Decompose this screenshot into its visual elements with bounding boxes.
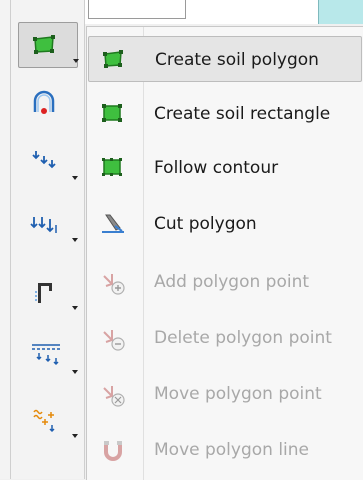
dropdown-caret-icon — [72, 370, 78, 374]
dropdown-caret-icon — [73, 59, 79, 63]
scatter-points-tool[interactable] — [18, 138, 78, 184]
load-arrows-icon — [30, 217, 57, 233]
menu-item-label: Cut polygon — [154, 214, 257, 234]
dropdown-caret-icon — [72, 434, 78, 438]
vertical-toolbar — [0, 0, 85, 479]
menu-item-delete-polygon-point[interactable]: Delete polygon point — [88, 315, 362, 361]
arch-tool[interactable] — [18, 79, 78, 125]
green-polygon-icon — [103, 50, 123, 68]
menu-item-label: Create soil rectangle — [154, 104, 331, 124]
menu-item-add-polygon-point[interactable]: Add polygon point — [88, 259, 362, 305]
background-field — [88, 0, 186, 19]
menu-item-label: Move polygon line — [154, 440, 310, 460]
green-rectangle-icon — [102, 104, 122, 122]
scatter-points-icon — [32, 151, 56, 169]
menu-item-label: Follow contour — [154, 158, 279, 178]
menu-item-create-soil-rectangle[interactable]: Create soil rectangle — [88, 91, 362, 137]
delete-point-icon — [103, 330, 125, 351]
follow-contour-icon — [102, 158, 122, 176]
menu-item-move-polygon-line[interactable]: Move polygon line — [88, 427, 362, 473]
menu-item-cut-polygon[interactable]: Cut polygon — [88, 201, 362, 247]
menu-item-label: Create soil polygon — [155, 50, 319, 70]
create-soil-polygon-tool[interactable] — [18, 22, 79, 68]
menu-item-label: Delete polygon point — [154, 328, 332, 348]
dropdown-caret-icon — [72, 238, 78, 242]
cut-polygon-icon — [102, 214, 124, 233]
add-point-icon — [103, 274, 125, 295]
water-flow-icon — [33, 409, 55, 433]
menu-item-label: Add polygon point — [154, 272, 310, 292]
dropdown-caret-icon — [72, 306, 78, 310]
polygon-tools-menu: Create soil polygon Create soil rectangl… — [86, 26, 363, 480]
menu-item-label: Move polygon point — [154, 384, 322, 404]
fixity-tool[interactable] — [18, 268, 78, 314]
distributed-load-tool[interactable] — [18, 332, 78, 378]
menu-item-follow-contour[interactable]: Follow contour — [88, 145, 362, 191]
distributed-load-icon — [32, 344, 60, 366]
green-polygon-icon — [33, 35, 55, 54]
menu-item-create-soil-polygon[interactable]: Create soil polygon — [88, 36, 362, 82]
move-line-icon — [104, 441, 122, 461]
dropdown-caret-icon — [72, 176, 78, 180]
move-point-icon — [103, 386, 125, 407]
load-arrows-tool[interactable] — [18, 200, 78, 246]
water-flow-tool[interactable] — [18, 396, 78, 442]
background-panel — [318, 0, 363, 24]
fixity-icon — [35, 283, 52, 303]
arch-icon — [33, 90, 55, 114]
menu-item-move-polygon-point[interactable]: Move polygon point — [88, 371, 362, 417]
